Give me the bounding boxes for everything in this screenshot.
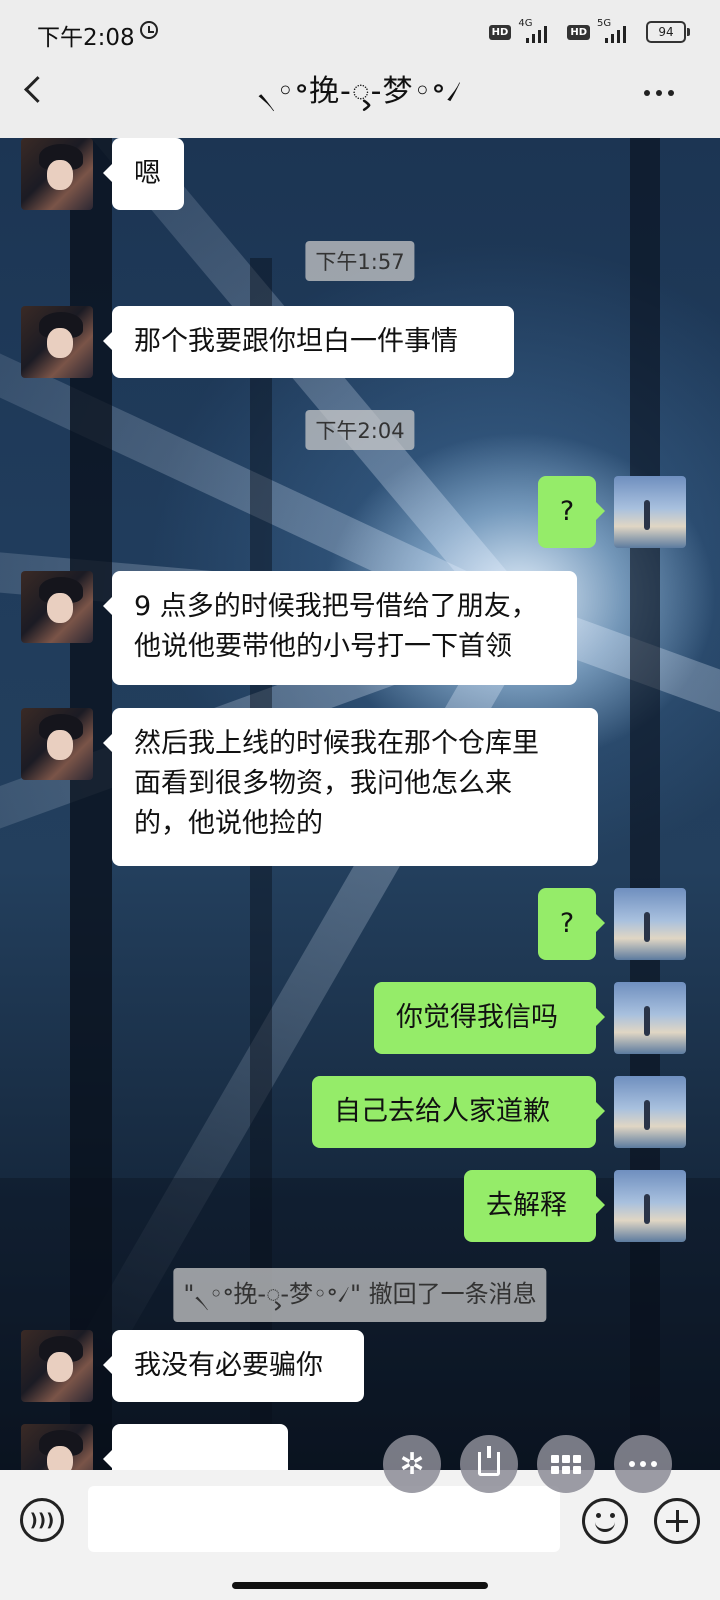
status-time: 下午2:08 (37, 25, 135, 51)
contact-avatar[interactable] (21, 1330, 93, 1402)
alarm-icon (140, 21, 158, 39)
more-dots-icon (629, 1461, 657, 1467)
contact-avatar[interactable] (21, 708, 93, 780)
contact-avatar[interactable] (21, 306, 93, 378)
my-avatar[interactable] (614, 888, 686, 960)
signal-4g-icon: 4G (518, 18, 560, 43)
my-avatar[interactable] (614, 982, 686, 1054)
home-indicator[interactable] (232, 1582, 488, 1589)
voice-icon: ))) (29, 1509, 55, 1531)
more-options-icon[interactable] (644, 90, 674, 96)
message-bubble[interactable]: ? (538, 888, 605, 960)
more-button[interactable] (614, 1435, 672, 1493)
message-input[interactable] (88, 1486, 560, 1552)
message-bubble[interactable]: ? (538, 476, 605, 548)
timestamp: 下午1:57 (305, 241, 415, 281)
top-bar: 下午2:08 HD 4G HD 5G 94 ৲◦॰挽-ᯮ-梦◦॰৴ (0, 0, 720, 138)
message-list[interactable]: 嗯下午1:57 那个我要跟你坦白一件事情下午2:04? 9 点多的时候我把号借给了朋… (0, 138, 720, 1470)
message-bubble[interactable]: 自己去给人家道歉 (312, 1076, 605, 1148)
grid-icon (551, 1454, 581, 1474)
my-avatar[interactable] (614, 1170, 686, 1242)
timestamp: 下午2:04 (305, 410, 415, 450)
hd-icon: HD (488, 24, 512, 40)
voice-button[interactable]: ))) (20, 1498, 64, 1542)
contact-avatar[interactable] (21, 138, 93, 210)
message-bubble[interactable]: 嗯 (103, 138, 184, 210)
grid-button[interactable] (537, 1435, 595, 1493)
hd-icon: HD (567, 24, 590, 40)
contact-avatar[interactable] (21, 1424, 93, 1470)
recall-notice: "৲◦॰挽-ᯮ-梦◦॰৴" 撤回了一条消息 (173, 1268, 547, 1322)
contact-avatar[interactable] (21, 571, 93, 643)
download-icon (478, 1446, 500, 1476)
message-bubble[interactable]: 那个我要跟你坦白一件事情 (103, 306, 514, 378)
my-avatar[interactable] (614, 1076, 686, 1148)
message-bubble[interactable]: 9 点多的时候我把号借给了朋友， 他说他要带他的小号打一下首领 (103, 571, 577, 685)
sparkle-icon: ✲ (399, 1446, 425, 1482)
message-bubble[interactable]: 你觉得我信吗 (374, 982, 605, 1054)
plus-button[interactable] (654, 1498, 700, 1544)
status-indicators: HD 4G HD 5G 94 (488, 18, 690, 43)
chat-title: ৲◦॰挽-ᯮ-梦◦॰৴ (257, 74, 463, 109)
message-bubble[interactable]: 然后我上线的时候我在那个仓库里 面看到很多物资，我问他怎么来 的，他说他捡的 (103, 708, 598, 866)
signal-5g-icon: 5G (597, 18, 639, 43)
battery-icon: 94 (646, 21, 690, 43)
input-bar: ))) (0, 1470, 720, 1600)
sparkle-button[interactable]: ✲ (383, 1435, 441, 1493)
my-avatar[interactable] (614, 476, 686, 548)
message-bubble[interactable] (103, 1424, 288, 1470)
emoji-button[interactable] (582, 1498, 628, 1544)
message-bubble[interactable]: 去解释 (464, 1170, 605, 1242)
download-button[interactable] (460, 1435, 518, 1493)
message-bubble[interactable]: 我没有必要骗你 (103, 1330, 364, 1402)
